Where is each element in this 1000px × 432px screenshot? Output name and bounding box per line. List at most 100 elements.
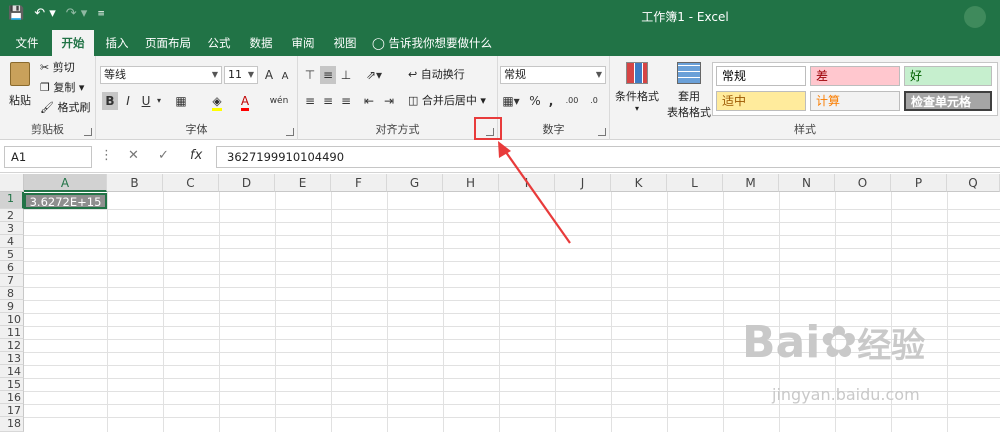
underline-button[interactable]: U: [138, 92, 154, 110]
column-header[interactable]: P: [891, 174, 947, 192]
column-header[interactable]: I: [499, 174, 555, 192]
column-header[interactable]: M: [723, 174, 779, 192]
copy-button[interactable]: ❐ 复制 ▾: [40, 80, 84, 96]
column-header[interactable]: K: [611, 174, 667, 192]
cut-button[interactable]: ✂ 剪切: [40, 60, 75, 76]
row-header[interactable]: 11: [0, 326, 24, 339]
fill-color-button[interactable]: ◈: [206, 92, 228, 111]
increase-decimal-icon[interactable]: .00: [562, 92, 582, 110]
bold-button[interactable]: B: [102, 92, 118, 110]
select-all-corner[interactable]: [0, 174, 24, 192]
borders-button[interactable]: ▦: [170, 92, 192, 110]
align-left-icon[interactable]: ≡: [302, 92, 318, 110]
column-header[interactable]: C: [163, 174, 219, 192]
column-header[interactable]: O: [835, 174, 891, 192]
tab-data[interactable]: 数据: [242, 30, 280, 56]
row-header[interactable]: 17: [0, 404, 24, 417]
row-header[interactable]: 8: [0, 287, 24, 300]
cell-styles-gallery: 常规 差 好 适中 计算 检查单元格: [712, 62, 998, 116]
wrap-text-button[interactable]: ↩ 自动换行: [408, 67, 465, 83]
column-header[interactable]: G: [387, 174, 443, 192]
phonetic-button[interactable]: wén: [268, 92, 290, 110]
row-header[interactable]: 10: [0, 313, 24, 326]
orientation-icon[interactable]: ⇗▾: [362, 66, 386, 84]
font-size-select[interactable]: 11 ▼: [224, 66, 258, 84]
gridline: [723, 192, 724, 432]
column-header[interactable]: H: [443, 174, 499, 192]
row-header[interactable]: 5: [0, 248, 24, 261]
row-header[interactable]: 15: [0, 378, 24, 391]
format-as-table-button[interactable]: 套用 表格格式: [664, 62, 714, 120]
tell-me-box[interactable]: ◯ 告诉我你想要做什么: [372, 30, 512, 56]
column-header[interactable]: N: [779, 174, 835, 192]
format-painter-button[interactable]: 🖌 格式刷: [40, 100, 90, 116]
align-center-icon[interactable]: ≡: [320, 92, 336, 110]
column-header[interactable]: L: [667, 174, 723, 192]
comma-button[interactable]: ,: [544, 92, 558, 110]
gridline: [387, 192, 388, 432]
column-header[interactable]: B: [107, 174, 163, 192]
row-header[interactable]: 2: [0, 209, 24, 222]
row-header[interactable]: 18: [0, 417, 24, 432]
column-header[interactable]: D: [219, 174, 275, 192]
conditional-formatting-button[interactable]: 条件格式 ▾: [612, 62, 662, 113]
clipboard-dialog-launcher[interactable]: [84, 128, 92, 136]
row-header[interactable]: 9: [0, 300, 24, 313]
align-middle-icon[interactable]: ≡: [320, 66, 336, 84]
tab-file[interactable]: 文件: [6, 30, 48, 56]
italic-button[interactable]: I: [120, 92, 136, 110]
row-header[interactable]: 13: [0, 352, 24, 365]
row-header[interactable]: 16: [0, 391, 24, 404]
tab-formulas[interactable]: 公式: [200, 30, 238, 56]
align-bottom-icon[interactable]: ⊥: [338, 66, 354, 84]
tab-page-layout[interactable]: 页面布局: [140, 30, 196, 56]
align-top-icon[interactable]: ⊤: [302, 66, 318, 84]
increase-indent-icon[interactable]: ⇥: [380, 92, 398, 110]
chevron-down-icon[interactable]: ▾: [154, 92, 164, 110]
decrease-indent-icon[interactable]: ⇤: [360, 92, 378, 110]
column-header[interactable]: Q: [947, 174, 1000, 192]
row-header[interactable]: 7: [0, 274, 24, 287]
column-header[interactable]: E: [275, 174, 331, 192]
column-header[interactable]: F: [331, 174, 387, 192]
row-header[interactable]: 6: [0, 261, 24, 274]
row-header[interactable]: 3: [0, 222, 24, 235]
paste-button[interactable]: 粘贴: [6, 62, 34, 114]
row-header[interactable]: 12: [0, 339, 24, 352]
account-icon[interactable]: [964, 6, 986, 28]
percent-button[interactable]: %: [528, 92, 542, 110]
style-good[interactable]: 好: [904, 66, 992, 86]
tab-review[interactable]: 审阅: [284, 30, 322, 56]
clipboard-group-label: 剪贴板: [31, 123, 64, 136]
tab-insert[interactable]: 插入: [98, 30, 136, 56]
style-normal[interactable]: 常规: [716, 66, 806, 86]
tab-home[interactable]: 开始: [52, 30, 94, 56]
font-color-button[interactable]: A: [234, 92, 256, 111]
shrink-font-button[interactable]: A: [278, 68, 292, 86]
merge-center-button[interactable]: ◫ 合并后居中 ▾: [408, 93, 486, 109]
row-header[interactable]: 14: [0, 365, 24, 378]
cancel-icon[interactable]: ✕: [128, 146, 139, 168]
font-dialog-launcher[interactable]: [286, 128, 294, 136]
name-box[interactable]: A1: [4, 146, 92, 168]
font-name-select[interactable]: 等线 ▼: [100, 66, 222, 84]
enter-icon[interactable]: ✓: [158, 146, 169, 168]
insert-function-icon[interactable]: fx: [190, 146, 202, 168]
row-header[interactable]: 1: [0, 192, 24, 209]
row-header[interactable]: 4: [0, 235, 24, 248]
column-header[interactable]: J: [555, 174, 611, 192]
style-neutral[interactable]: 适中: [716, 91, 806, 111]
cell-a1[interactable]: 3.6272E+15: [24, 193, 107, 209]
decrease-decimal-icon[interactable]: .0: [584, 92, 604, 110]
accounting-format-icon[interactable]: ▦▾: [500, 92, 522, 110]
tab-view[interactable]: 视图: [326, 30, 364, 56]
number-dialog-launcher[interactable]: [598, 128, 606, 136]
grow-font-button[interactable]: A: [262, 66, 276, 84]
align-right-icon[interactable]: ≡: [338, 92, 354, 110]
column-header[interactable]: A: [24, 174, 107, 192]
number-format-select[interactable]: 常规 ▼: [500, 66, 606, 84]
style-calculation[interactable]: 计算: [810, 91, 900, 111]
style-bad[interactable]: 差: [810, 66, 900, 86]
formula-input[interactable]: 3627199910104490: [216, 146, 1000, 168]
style-check-cell[interactable]: 检查单元格: [904, 91, 992, 111]
